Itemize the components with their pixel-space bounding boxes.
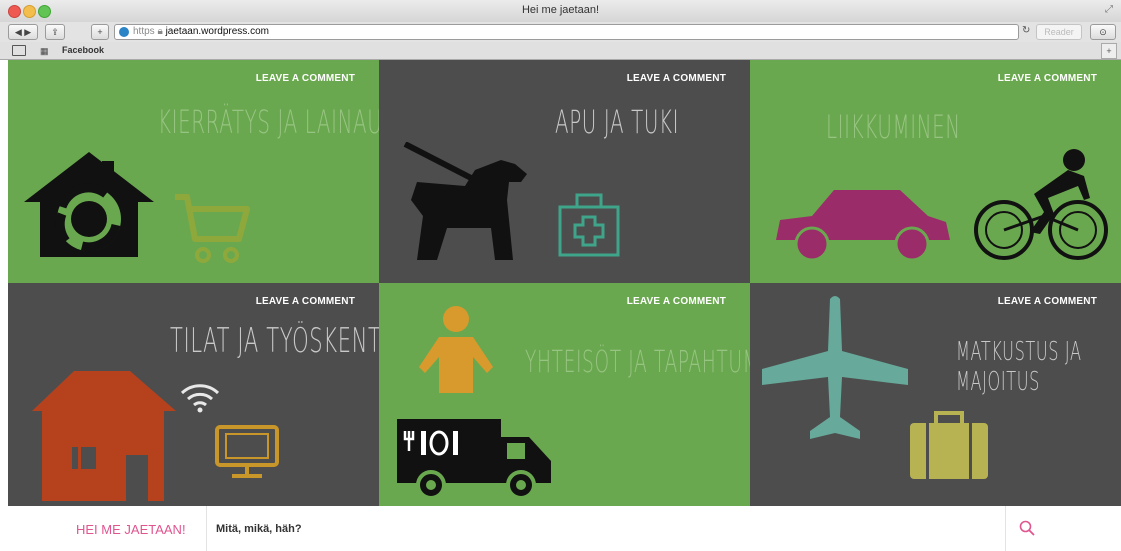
bookmark-facebook[interactable]: Facebook bbox=[62, 45, 104, 55]
fullscreen-icon[interactable]: ⤢ bbox=[1105, 4, 1113, 15]
search-icon[interactable] bbox=[1018, 519, 1036, 537]
wordpress-favicon-icon bbox=[119, 27, 129, 37]
window-title: Hei me jaetaan! bbox=[521, 4, 600, 16]
browser-toolbar: ◀ ▶ ⇪ + https 🔒︎ jaetaan.wordpress.com ↻… bbox=[0, 22, 1121, 42]
downloads-icon[interactable]: ⊙ bbox=[1090, 24, 1116, 40]
tile-yhteisot[interactable]: LEAVE A COMMENT YHTEISÖT JA TAPAHTUMAT bbox=[379, 283, 750, 506]
reload-icon[interactable]: ↻ bbox=[1022, 25, 1030, 36]
leave-comment-link[interactable]: LEAVE A COMMENT bbox=[256, 296, 355, 307]
top-sites-grid-icon[interactable]: ▦ bbox=[40, 46, 48, 57]
bookmarks-book-icon[interactable] bbox=[12, 45, 26, 56]
monitor-icon bbox=[215, 425, 279, 478]
tile-title-line1: MATKUSTUS JA bbox=[956, 337, 1082, 367]
recycle-house-icon bbox=[24, 152, 154, 257]
address-bar[interactable]: https 🔒︎ jaetaan.wordpress.com bbox=[114, 24, 1019, 40]
tile-kierratys[interactable]: LEAVE A COMMENT KIERRÄTYS JA LAINAUS bbox=[8, 60, 379, 283]
airplane-icon bbox=[762, 296, 908, 439]
shopping-cart-icon bbox=[175, 194, 250, 263]
category-grid: LEAVE A COMMENT KIERRÄTYS JA LAINAUS LEA… bbox=[8, 60, 1121, 506]
car-icon bbox=[776, 190, 950, 262]
tile-title-line2: MAJOITUS bbox=[956, 367, 1040, 397]
divider bbox=[206, 506, 207, 551]
leave-comment-link[interactable]: LEAVE A COMMENT bbox=[998, 296, 1097, 307]
tile-title: APU JA TUKI bbox=[555, 103, 680, 141]
share-icon[interactable]: ⇪ bbox=[45, 24, 65, 40]
site-footer-bar: HEI ME JAETAAN! bbox=[0, 506, 1121, 551]
leave-comment-link[interactable]: LEAVE A COMMENT bbox=[256, 73, 355, 84]
back-forward-buttons[interactable]: ◀ ▶ bbox=[8, 24, 38, 40]
guide-dog-icon bbox=[403, 142, 527, 260]
food-truck-icon bbox=[397, 419, 551, 499]
new-tab-plus-icon[interactable]: + bbox=[91, 24, 109, 40]
suitcase-icon bbox=[910, 411, 988, 479]
tile-title: KIERRÄTYS JA LAINAUS bbox=[158, 103, 379, 141]
reader-button[interactable]: Reader bbox=[1036, 24, 1082, 40]
tile-tilat[interactable]: LEAVE A COMMENT TILAT JA TYÖSKENTELY bbox=[8, 283, 379, 506]
house-icon bbox=[32, 371, 176, 501]
tile-title: YHTEISÖT JA TAPAHTUMAT bbox=[525, 345, 750, 380]
person-icon bbox=[419, 306, 493, 393]
window-titlebar: Hei me jaetaan! ⤢ bbox=[0, 0, 1121, 23]
bookmarks-bar: ▦ Facebook + bbox=[0, 42, 1121, 60]
leave-comment-link[interactable]: LEAVE A COMMENT bbox=[998, 73, 1097, 84]
tile-apu-ja-tuki[interactable]: LEAVE A COMMENT APU JA TUKI bbox=[379, 60, 750, 283]
search-input[interactable] bbox=[216, 520, 976, 538]
site-title-link[interactable]: HEI ME JAETAAN! bbox=[76, 522, 186, 537]
wifi-icon bbox=[180, 384, 220, 413]
lock-icon: 🔒︎ bbox=[157, 26, 163, 37]
cyclist-icon bbox=[974, 149, 1108, 260]
first-aid-kit-icon bbox=[558, 193, 620, 257]
add-tab-icon[interactable]: + bbox=[1101, 43, 1117, 59]
leave-comment-link[interactable]: LEAVE A COMMENT bbox=[627, 73, 726, 84]
tile-title: TILAT JA TYÖSKENTELY bbox=[170, 321, 379, 361]
tile-liikkuminen[interactable]: LEAVE A COMMENT LIIKKUMINEN bbox=[750, 60, 1121, 283]
tile-title: LIIKKUMINEN bbox=[826, 108, 961, 146]
divider bbox=[1005, 506, 1006, 551]
url-protocol: https bbox=[133, 26, 155, 37]
tile-matkustus[interactable]: LEAVE A COMMENT MATKUSTUS JA MAJOITUS bbox=[750, 283, 1121, 506]
leave-comment-link[interactable]: LEAVE A COMMENT bbox=[627, 296, 726, 307]
url-host: jaetaan.wordpress.com bbox=[165, 26, 269, 37]
